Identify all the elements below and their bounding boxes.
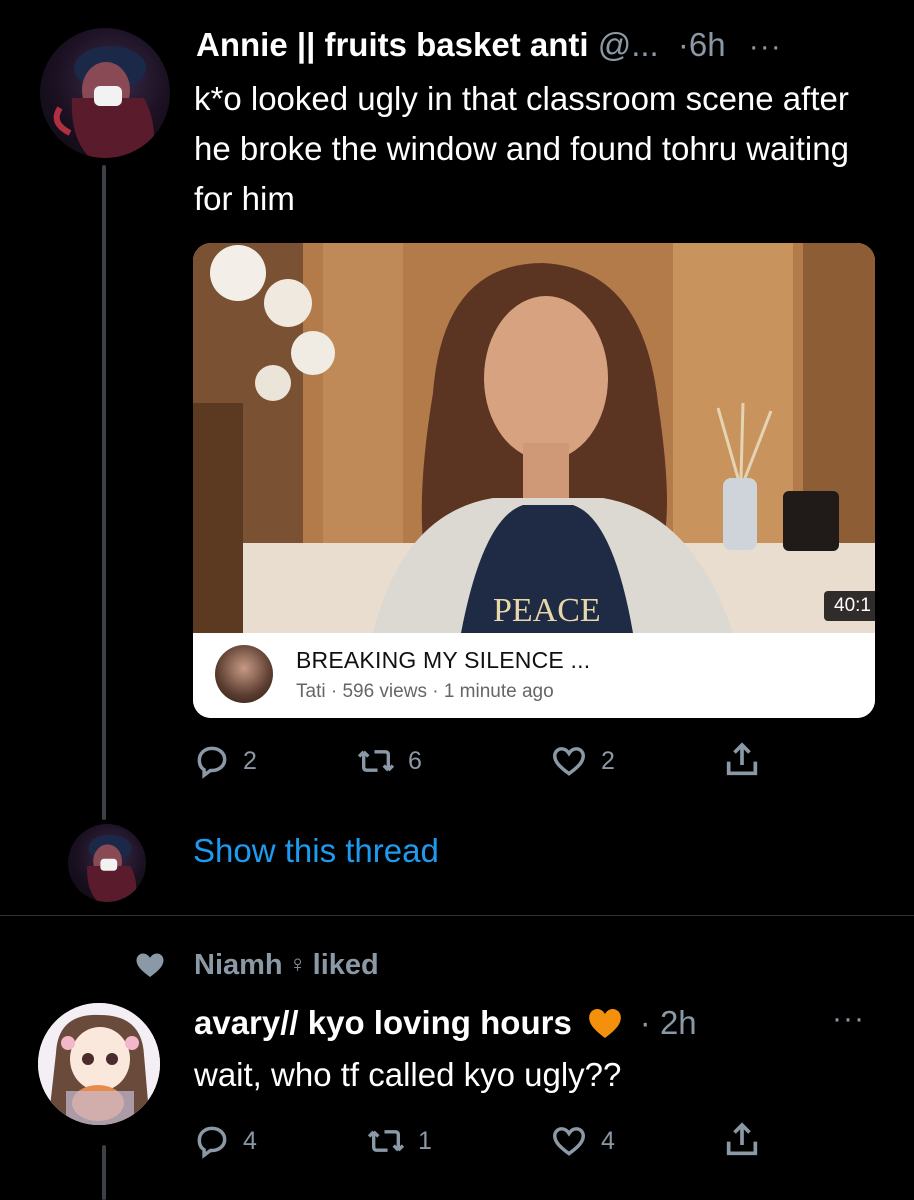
like-button[interactable]: 2 [549, 742, 615, 780]
female-sign-icon: ♀ [288, 951, 307, 978]
card-footer[interactable]: BREAKING MY SILENCE ... Tati · 596 views… [193, 633, 875, 718]
share-button[interactable] [722, 1120, 762, 1160]
retweet-icon [357, 750, 395, 772]
thumbnail-image: PEACE [193, 243, 875, 633]
avatar-image [38, 1003, 160, 1125]
heart-icon [553, 1127, 585, 1156]
more-options-icon[interactable]: ··· [832, 1002, 865, 1036]
like-count: 4 [601, 1126, 615, 1155]
avatar[interactable] [40, 28, 170, 158]
like-button[interactable]: 4 [549, 1122, 615, 1160]
tweet-header: avary// kyo loving hours · 2h [194, 1000, 697, 1046]
shirt-text: PEACE [493, 592, 601, 629]
reply-button[interactable]: 4 [193, 1122, 257, 1160]
timestamp[interactable]: ·6h [678, 26, 726, 63]
retweet-button[interactable]: 1 [366, 1122, 432, 1160]
liked-label: liked [312, 948, 379, 981]
thread-connector-line [102, 1145, 106, 1200]
retweet-button[interactable]: 6 [356, 742, 422, 780]
display-name[interactable]: avary// kyo loving hours [194, 1000, 572, 1046]
reply-count: 2 [243, 746, 257, 775]
retweet-count: 6 [408, 746, 422, 775]
tweet-text: k*o looked ugly in that classroom scene … [194, 80, 849, 217]
thread-connector-line [102, 165, 106, 820]
retweet-count: 1 [418, 1126, 432, 1155]
tweet-header: Annie || fruits basket anti @... ·6h ··· [196, 22, 782, 70]
heart-filled-icon [136, 953, 164, 977]
avatar-image [53, 46, 154, 158]
reply-count: 4 [243, 1126, 257, 1155]
share-icon [726, 1122, 758, 1156]
heart-icon [553, 747, 585, 776]
video-duration: 40:1 [824, 591, 875, 621]
video-thumbnail[interactable]: PEACE 40:1 [193, 243, 875, 633]
show-thread-link[interactable]: Show this thread [193, 832, 439, 870]
orange-heart-icon [588, 1009, 621, 1038]
link-card[interactable]: PEACE 40:1 BREAKING MY SILENCE ... Tati … [193, 243, 875, 718]
share-button[interactable] [722, 740, 762, 780]
video-title: BREAKING MY SILENCE ... [296, 647, 591, 673]
avatar[interactable] [38, 1003, 160, 1125]
avatar-image [87, 834, 137, 902]
liker-name: Niamh [194, 948, 283, 981]
more-options-icon[interactable]: ··· [749, 30, 782, 63]
tweet-text: wait, who tf called kyo ugly?? [194, 1056, 622, 1093]
reply-icon [197, 1126, 227, 1159]
reply-button[interactable]: 2 [193, 742, 257, 780]
social-context[interactable]: Niamh ♀ liked [130, 947, 379, 983]
timestamp[interactable]: · 2h [640, 1000, 697, 1046]
handle[interactable]: @... [598, 26, 659, 63]
avatar[interactable] [68, 824, 146, 902]
divider [0, 915, 914, 916]
share-icon [726, 742, 758, 776]
reply-icon [197, 746, 227, 779]
channel-avatar [215, 645, 273, 703]
video-meta: Tati · 596 views · 1 minute ago [296, 681, 554, 702]
retweet-icon [367, 1130, 405, 1152]
display-name[interactable]: Annie || fruits basket anti [196, 26, 589, 63]
like-count: 2 [601, 746, 615, 775]
